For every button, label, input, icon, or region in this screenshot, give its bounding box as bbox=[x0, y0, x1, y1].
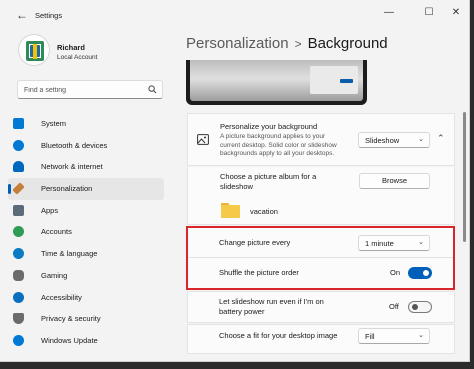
active-indicator bbox=[8, 184, 11, 195]
chevron-down-icon: ⌄ bbox=[418, 332, 424, 339]
fit-value: Fill bbox=[365, 332, 375, 341]
sidebar-item-label: Privacy & security bbox=[41, 314, 101, 324]
sidebar-item-label: Time & language bbox=[41, 249, 98, 259]
sidebar-item-label: System bbox=[41, 119, 67, 128]
breadcrumb-parent[interactable]: Personalization bbox=[186, 35, 289, 52]
sidebar-item-personalization[interactable]: Personalization bbox=[8, 178, 164, 200]
sidebar-item-bluetooth[interactable]: Bluetooth & devices bbox=[8, 135, 164, 157]
back-arrow-icon[interactable]: ← bbox=[14, 8, 30, 22]
sidebar-item-apps[interactable]: Apps bbox=[8, 200, 164, 222]
scrollbar[interactable] bbox=[463, 112, 466, 242]
picture-icon bbox=[197, 134, 209, 145]
background-preview bbox=[186, 60, 367, 105]
picture-album-card: Choose a picture album for a slideshow B… bbox=[187, 167, 455, 225]
sidebar-item-gaming[interactable]: Gaming bbox=[8, 265, 164, 287]
sidebar-item-label: Apps bbox=[41, 205, 59, 215]
breadcrumb: Personalization > Background bbox=[186, 35, 388, 52]
globe-clock-icon bbox=[13, 248, 24, 260]
network-icon bbox=[13, 161, 24, 173]
fit-label: Choose a fit for your desktop image bbox=[219, 331, 338, 340]
search-icon[interactable] bbox=[148, 85, 157, 94]
personalize-background-card: Personalize your background A picture ba… bbox=[187, 113, 455, 166]
browse-button[interactable]: Browse bbox=[359, 173, 430, 189]
background-type-dropdown[interactable]: Slideshow ⌄ bbox=[358, 132, 430, 148]
search-box[interactable] bbox=[17, 80, 163, 99]
accounts-icon bbox=[13, 226, 24, 238]
sidebar-item-time-language[interactable]: Time & language bbox=[8, 243, 164, 265]
avatar bbox=[18, 34, 50, 66]
bluetooth-icon bbox=[13, 139, 24, 151]
personalize-description: backgrounds apply to all your desktops. bbox=[220, 150, 335, 157]
sidebar-item-system[interactable]: System bbox=[8, 113, 164, 135]
battery-toggle[interactable] bbox=[408, 301, 432, 313]
folder-icon bbox=[221, 203, 240, 218]
personalize-description: current desktop. Solid color or slidesho… bbox=[220, 141, 337, 149]
shield-icon bbox=[13, 313, 24, 325]
sidebar-item-network[interactable]: Network & internet bbox=[8, 156, 164, 178]
battery-row: Let slideshow run even if I'm on battery… bbox=[187, 291, 455, 323]
sidebar-item-label: Accounts bbox=[41, 227, 72, 237]
album-title: Choose a picture album for a bbox=[220, 172, 317, 181]
accessibility-icon bbox=[13, 291, 24, 303]
user-name: Richard bbox=[57, 43, 85, 52]
folder-name[interactable]: vacation bbox=[250, 207, 278, 217]
update-icon bbox=[13, 334, 24, 346]
page-title: Background bbox=[307, 35, 388, 52]
user-account-type: Local Account bbox=[57, 54, 98, 61]
sidebar-item-label: Windows Update bbox=[41, 335, 98, 345]
personalize-description: A picture background applies to your bbox=[220, 133, 326, 140]
sidebar-item-windows-update[interactable]: Windows Update bbox=[8, 330, 164, 352]
app-title: Settings bbox=[35, 11, 63, 20]
chevron-up-icon[interactable]: ⌃ bbox=[437, 133, 445, 144]
gaming-icon bbox=[13, 269, 24, 281]
battery-state-label: Off bbox=[389, 302, 399, 311]
fit-dropdown[interactable]: Fill ⌄ bbox=[358, 328, 430, 344]
sidebar-item-accounts[interactable]: Accounts bbox=[8, 221, 164, 243]
background-type-value: Slideshow bbox=[365, 136, 400, 145]
apps-icon bbox=[13, 204, 24, 216]
sidebar-item-label: Network & internet bbox=[41, 162, 103, 172]
album-title: slideshow bbox=[220, 182, 253, 191]
brush-icon bbox=[12, 182, 25, 195]
sidebar-item-label: Personalization bbox=[41, 184, 93, 194]
search-input[interactable] bbox=[24, 85, 142, 96]
close-icon[interactable]: ✕ bbox=[447, 6, 465, 20]
sidebar-item-label: Accessibility bbox=[41, 292, 82, 302]
minimize-icon[interactable]: — bbox=[380, 6, 398, 20]
breadcrumb-separator: > bbox=[294, 37, 302, 51]
sidebar-item-label: Gaming bbox=[41, 270, 68, 280]
preview-button bbox=[340, 79, 353, 83]
maximize-icon[interactable]: ☐ bbox=[420, 6, 438, 20]
sidebar-item-accessibility[interactable]: Accessibility bbox=[8, 287, 164, 309]
preview-screen bbox=[190, 60, 363, 101]
settings-window: ← Settings — ☐ ✕ Richard Local Account S… bbox=[0, 0, 470, 362]
toggle-knob bbox=[412, 304, 418, 310]
battery-label: battery power bbox=[219, 307, 265, 316]
highlight-box bbox=[186, 226, 455, 290]
battery-label: Let slideshow run even if I'm on bbox=[219, 297, 324, 306]
fit-row: Choose a fit for your desktop image Fill… bbox=[187, 324, 455, 354]
personalize-title: Personalize your background bbox=[220, 122, 318, 131]
sidebar-item-privacy[interactable]: Privacy & security bbox=[8, 308, 164, 330]
sidebar-item-label: Bluetooth & devices bbox=[41, 140, 108, 150]
sidebar-nav: System Bluetooth & devices Network & int… bbox=[8, 113, 164, 352]
title-bar: ← Settings — ☐ ✕ bbox=[0, 0, 469, 30]
system-icon bbox=[13, 118, 24, 129]
chevron-down-icon: ⌄ bbox=[418, 136, 424, 143]
